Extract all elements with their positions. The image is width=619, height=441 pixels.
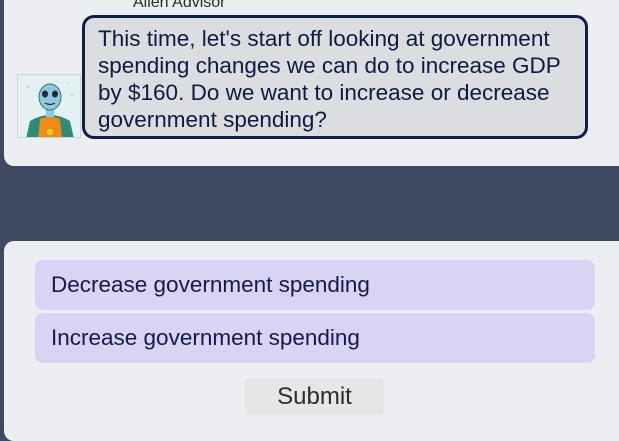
submit-button[interactable]: Submit [245, 378, 384, 415]
alien-avatar-icon [18, 75, 80, 137]
alien-advisor-avatar [17, 74, 81, 138]
advisor-name: Alien Advisor [133, 0, 226, 11]
option-increase-government-spending[interactable]: Increase government spending [35, 313, 595, 363]
advisor-message-bubble: This time, let's start off looking at go… [82, 15, 588, 139]
option-decrease-government-spending[interactable]: Decrease government spending [35, 260, 595, 310]
